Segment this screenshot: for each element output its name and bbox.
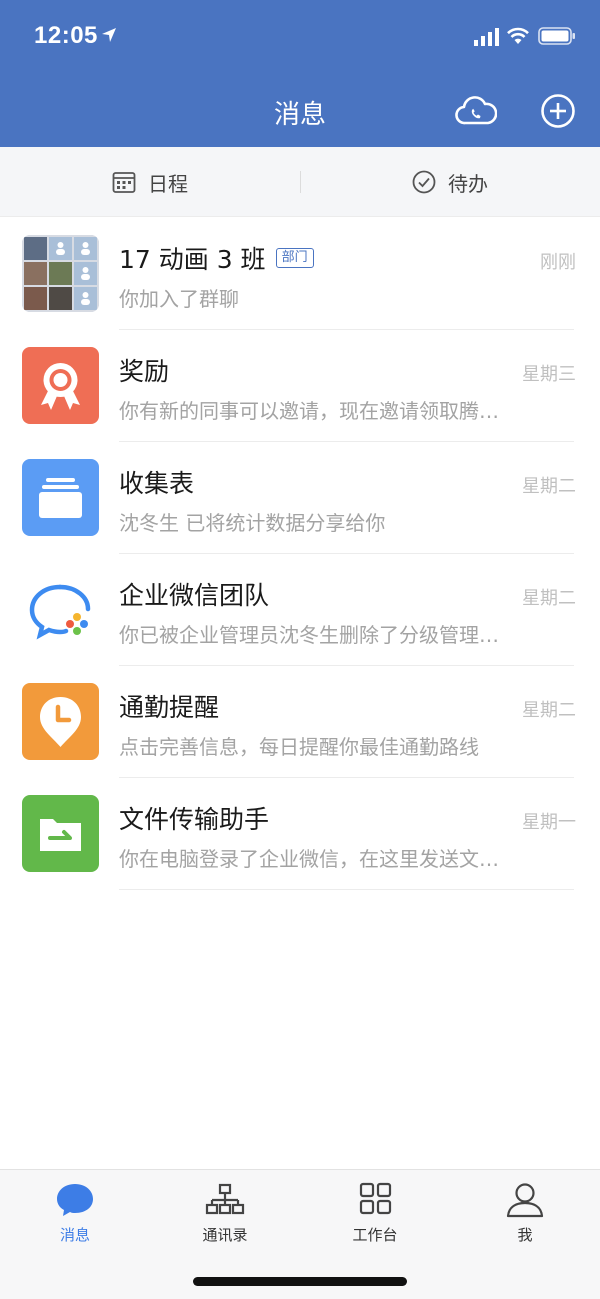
chat-time: 星期二 — [522, 476, 576, 497]
tab-label: 我 — [517, 1226, 533, 1244]
chat-bubble-icon — [57, 1184, 93, 1216]
tab-label: 消息 — [59, 1226, 90, 1244]
calendar-icon — [112, 172, 136, 193]
chat-time: 星期二 — [522, 588, 576, 609]
schedule-label: 日程 — [148, 171, 188, 196]
chat-list: 17 动画 3 班部门 你加入了群聊 刚刚 奖励 你有新的同事可以邀请，现在邀请… — [0, 218, 600, 890]
tab-workbench[interactable]: 工作台 — [300, 1182, 450, 1252]
collection-box-icon — [22, 459, 99, 536]
status-time: 12:05 — [34, 22, 98, 49]
org-chart-icon — [205, 1183, 245, 1215]
tab-label: 通讯录 — [202, 1226, 248, 1244]
add-icon[interactable] — [540, 93, 576, 129]
chat-time: 刚刚 — [540, 252, 576, 273]
grid-icon — [359, 1182, 392, 1215]
chat-preview: 点击完善信息，每日提醒你最佳通勤路线 — [119, 735, 479, 759]
chat-row[interactable]: 17 动画 3 班部门 你加入了群聊 刚刚 — [0, 218, 600, 330]
todo-button[interactable]: 待办 — [300, 147, 600, 217]
home-indicator — [193, 1277, 407, 1286]
page-title: 消息 — [273, 100, 326, 130]
chat-name: 奖励 — [119, 357, 170, 386]
tab-me[interactable]: 我 — [450, 1182, 600, 1252]
chat-preview: 你在电脑登录了企业微信，在这里发送文… — [119, 847, 499, 871]
chat-preview: 沈冬生 已将统计数据分享给你 — [119, 511, 386, 535]
chat-row[interactable]: 奖励 你有新的同事可以邀请，现在邀请领取腾… 星期三 — [0, 330, 600, 442]
chat-time: 星期三 — [522, 364, 576, 385]
row-divider — [119, 889, 574, 890]
chat-time: 星期一 — [522, 812, 576, 833]
chat-row[interactable]: 收集表 沈冬生 已将统计数据分享给你 星期二 — [0, 442, 600, 554]
check-circle-icon — [412, 170, 436, 194]
department-badge: 部门 — [275, 248, 314, 268]
file-transfer-icon — [22, 795, 99, 872]
wecom-logo-icon — [22, 571, 99, 648]
chat-name: 17 动画 3 班部门 — [119, 240, 314, 276]
quick-actions-bar: 日程 待办 — [0, 147, 600, 217]
schedule-button[interactable]: 日程 — [0, 147, 300, 217]
chat-preview: 你有新的同事可以邀请，现在邀请领取腾… — [119, 399, 499, 423]
group-photo-avatar — [22, 235, 99, 312]
award-icon — [22, 347, 99, 424]
tab-label: 工作台 — [352, 1226, 398, 1244]
clock-pin-icon — [22, 683, 99, 760]
chat-name: 收集表 — [119, 469, 195, 498]
cellular-signal-icon — [474, 28, 499, 46]
chat-name: 文件传输助手 — [119, 805, 270, 834]
tab-contacts[interactable]: 通讯录 — [150, 1182, 300, 1252]
person-icon — [506, 1183, 544, 1218]
chat-row[interactable]: 企业微信团队 你已被企业管理员沈冬生删除了分级管理… 星期二 — [0, 554, 600, 666]
wifi-icon — [507, 27, 529, 44]
top-header: 12:05 消息 — [0, 0, 600, 147]
chat-name: 企业微信团队 — [119, 581, 270, 610]
todo-label: 待办 — [448, 171, 488, 196]
chat-row[interactable]: 文件传输助手 你在电脑登录了企业微信，在这里发送文… 星期一 — [0, 778, 600, 890]
status-bar: 12:05 — [0, 0, 600, 72]
battery-icon — [538, 27, 575, 45]
chat-preview: 你加入了群聊 — [119, 287, 239, 311]
location-arrow-icon — [102, 28, 116, 42]
tab-messages[interactable]: 消息 — [0, 1182, 150, 1252]
chat-name-text: 17 动画 3 班 — [119, 245, 266, 274]
chat-preview: 你已被企业管理员沈冬生删除了分级管理… — [119, 623, 499, 647]
cloud-phone-icon[interactable] — [455, 92, 497, 130]
chat-time: 星期二 — [522, 700, 576, 721]
chat-name: 通勤提醒 — [119, 693, 220, 722]
chat-row[interactable]: 通勤提醒 点击完善信息，每日提醒你最佳通勤路线 星期二 — [0, 666, 600, 778]
